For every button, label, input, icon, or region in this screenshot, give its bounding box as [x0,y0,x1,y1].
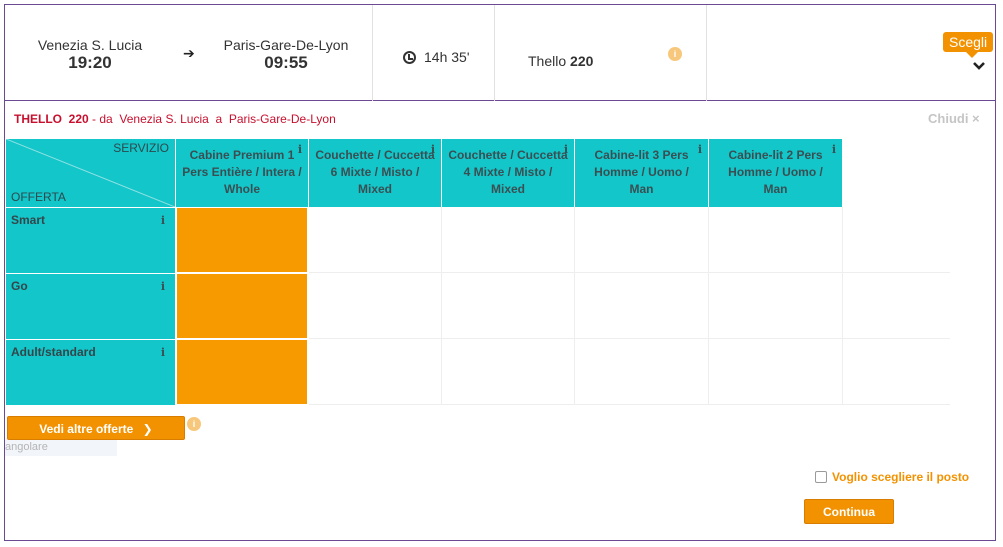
fare-cell [442,339,575,405]
info-icon[interactable]: i [187,417,201,431]
fare-cell [575,207,709,273]
fare-cell[interactable] [176,339,308,405]
fare-cell [575,339,709,405]
column-header: Cabine-lit 2 Pers Homme / Uomo / Man i [709,139,842,207]
arrival: Paris-Gare-De-Lyon 09:55 [201,37,371,73]
seat-choice[interactable]: Voglio scegliere il posto [815,470,969,484]
column-label: Cabine Premium 1 Pers Entière / Intera /… [182,148,302,196]
close-button[interactable]: Chiudi × [928,111,980,126]
to-label: a [215,112,223,126]
train-number-sub: 220 [68,112,89,126]
column-label: Cabine-lit 2 Pers Homme / Uomo / Man [728,148,823,196]
fare-cell [709,207,843,273]
seat-choice-label[interactable]: Voglio scegliere il posto [832,470,969,484]
row-label: Go [11,279,28,293]
more-offers-button[interactable]: Vedi altre offerte ❯ [7,416,185,440]
column-header: Cabine-lit 3 Pers Homme / Uomo / Man i [575,139,708,207]
train-subheader: THELLO 220 - da Venezia S. Lucia a Paris… [14,112,336,126]
column-header: Cabine Premium 1 Pers Entière / Intera /… [176,139,308,207]
column-label: Couchette / Cuccetta 4 Mixte / Misto / M… [448,148,568,196]
fare-cell [709,273,843,339]
row-label: Smart [11,213,46,227]
info-icon[interactable]: i [161,280,165,293]
fare-cell[interactable] [176,273,308,339]
departure: Venezia S. Lucia 19:20 [5,37,175,73]
info-icon[interactable]: i [431,141,435,158]
info-icon[interactable]: i [832,141,836,158]
info-icon[interactable]: i [698,141,702,158]
train-number: 220 [570,53,594,69]
info-icon[interactable]: i [668,47,682,61]
offer-axis-label: OFFERTA [11,190,66,204]
info-icon[interactable]: i [161,346,165,359]
to-station: Paris-Gare-De-Lyon [228,112,336,126]
arrival-station: Paris-Gare-De-Lyon [223,37,349,53]
from-label: - da [92,112,113,126]
clock-icon [403,50,416,64]
fare-cell [309,273,442,339]
column-header: Couchette / Cuccetta 6 Mixte / Misto / M… [309,139,441,207]
column-label: Couchette / Cuccetta 6 Mixte / Misto / M… [315,148,435,196]
table-corner: SERVIZIO OFFERTA [6,139,175,207]
fare-cell [442,273,575,339]
arrival-time: 09:55 [264,53,308,72]
fare-cell [843,207,950,273]
operator-name: THELLO [14,112,62,126]
seat-choice-checkbox[interactable] [815,471,827,483]
arrow-right-icon: ➔ [183,45,195,61]
fare-cell [843,273,950,339]
chevron-right-icon: ❯ [142,422,153,436]
fare-cell [843,339,950,405]
fare-cell [309,339,442,405]
more-offers-label: Vedi altre offerte [39,422,134,436]
fare-cell[interactable] [176,207,308,273]
train-prefix: Thello [528,53,567,69]
column-label: Cabine-lit 3 Pers Homme / Uomo / Man [594,148,689,196]
from-station: Venezia S. Lucia [119,112,209,126]
fare-cell [575,273,709,339]
duration-value: 14h 35' [424,49,470,65]
row-header-go: Go i [6,274,175,339]
continue-button[interactable]: Continua [804,499,894,524]
fare-cell [709,339,843,405]
info-icon[interactable]: i [161,214,165,227]
journey-summary-bar[interactable]: Venezia S. Lucia 19:20 ➔ Paris-Gare-De-L… [5,5,995,101]
row-header-adult: Adult/standard i [6,340,175,405]
departure-station: Venezia S. Lucia [37,37,143,53]
row-label: Adult/standard [11,345,96,359]
service-axis-label: SERVIZIO [113,141,169,155]
fare-cell [309,207,442,273]
row-header-smart: Smart i [6,208,175,273]
choose-badge[interactable]: Scegli [943,32,994,58]
info-icon[interactable]: i [298,141,302,158]
chevron-down-icon[interactable] [973,60,985,72]
fare-cell [442,207,575,273]
info-icon[interactable]: i [564,141,568,158]
duration: 14h 35' [403,49,470,65]
train-label: Thello 220 [528,53,593,69]
column-header: Couchette / Cuccetta 4 Mixte / Misto / M… [442,139,574,207]
departure-time: 19:20 [68,53,112,72]
